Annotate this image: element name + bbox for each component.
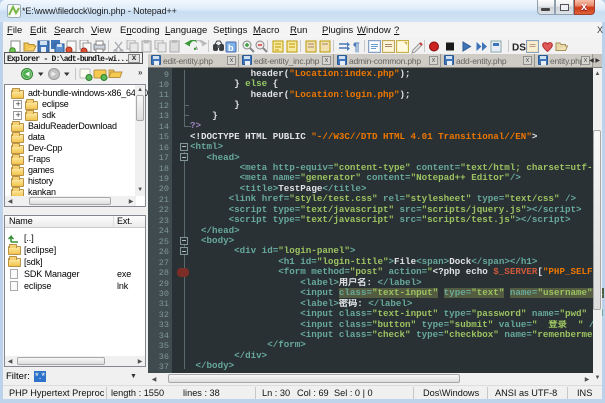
svg-text:b: b xyxy=(228,43,234,53)
svg-text:»: » xyxy=(138,68,143,77)
svg-text:¶: ¶ xyxy=(353,40,360,54)
svg-text:DS: DS xyxy=(512,43,526,54)
